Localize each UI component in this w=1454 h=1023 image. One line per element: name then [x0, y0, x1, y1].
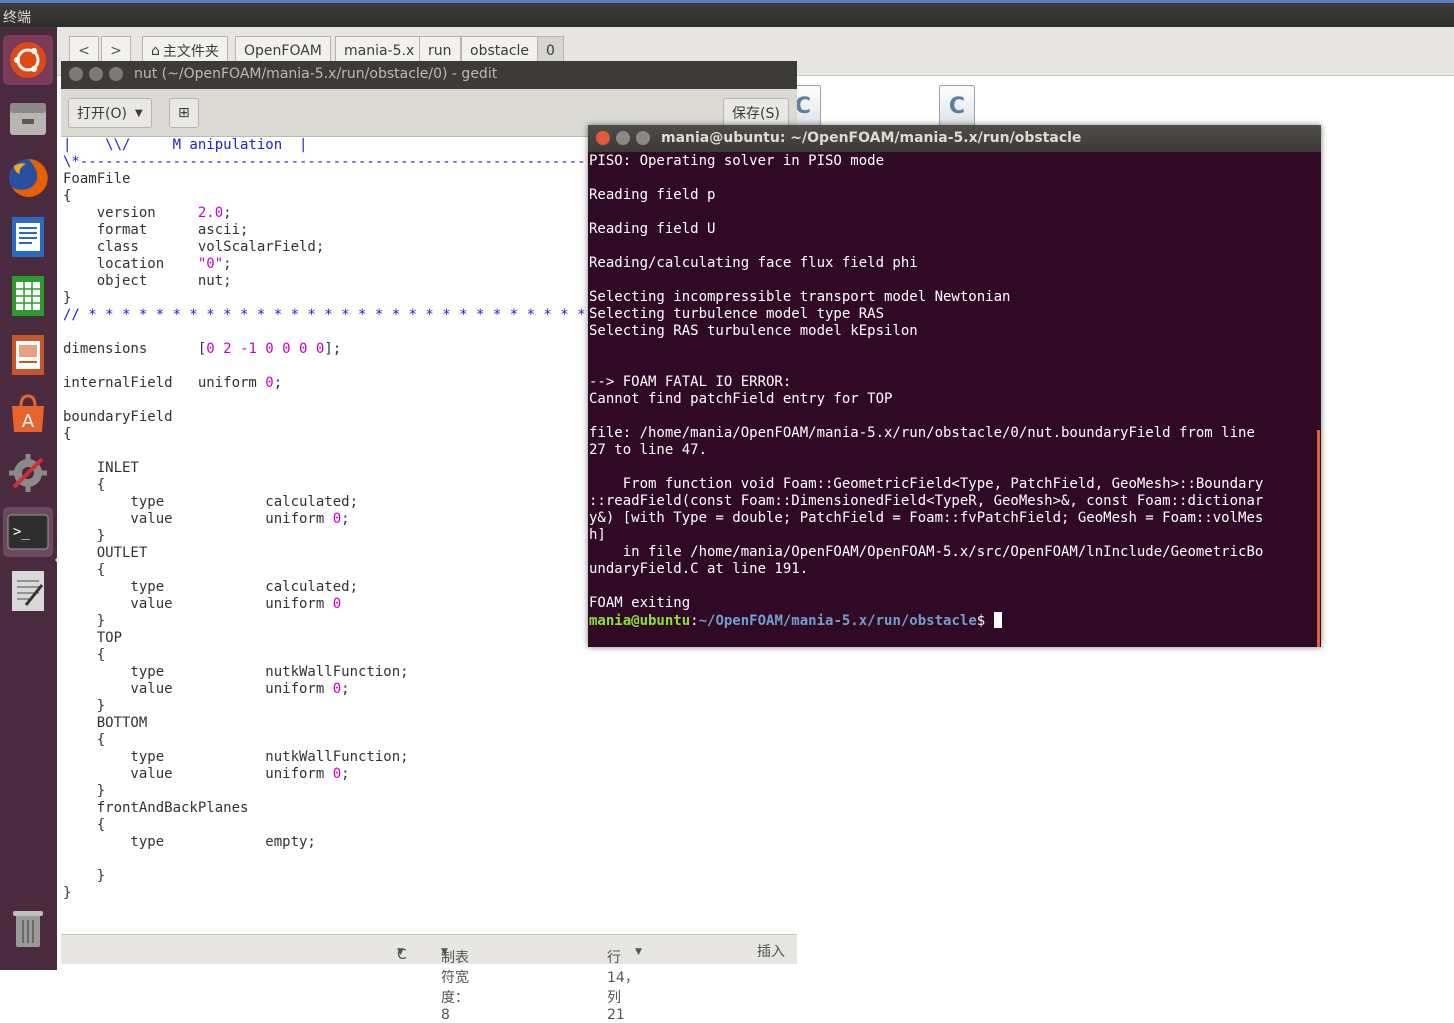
text-editor-icon[interactable]	[3, 566, 53, 616]
close-icon[interactable]	[69, 67, 83, 81]
home-icon: ⌂	[151, 43, 160, 59]
c-file-icon[interactable]: C	[939, 85, 975, 127]
open-button[interactable]: 打开(O) ▼	[68, 98, 152, 128]
software-center-icon[interactable]: A	[3, 389, 53, 439]
maximize-icon[interactable]	[109, 67, 123, 81]
prompt-path: ~/OpenFOAM/mania-5.x/run/obstacle	[698, 613, 977, 629]
terminal-output-area[interactable]: PISO: Operating solver in PISO mode Read…	[588, 152, 1321, 647]
new-document-icon: ⊞	[178, 105, 190, 121]
impress-icon[interactable]	[3, 330, 53, 380]
insert-mode: 插入	[757, 944, 785, 960]
chevron-down-icon: ▼	[134, 107, 143, 119]
gedit-statusbar: C ▼ 制表符宽度：8 ▼ 行 14，列 21 ▼ 插入	[61, 934, 797, 1023]
window-title: nut (~/OpenFOAM/mania-5.x/run/obstacle/0…	[134, 66, 498, 82]
gedit-titlebar: nut (~/OpenFOAM/mania-5.x/run/obstacle/0…	[61, 61, 797, 89]
terminal-text: PISO: Operating solver in PISO mode Read…	[589, 153, 1263, 630]
minimize-icon[interactable]	[616, 131, 630, 145]
terminal-window: mania@ubuntu: ~/OpenFOAM/mania-5.x/run/o…	[588, 125, 1321, 647]
trash-icon[interactable]	[3, 903, 53, 953]
active-app-title: 终端	[3, 10, 31, 26]
minimize-icon[interactable]	[89, 67, 103, 81]
launcher: A >_	[0, 27, 60, 970]
calc-icon[interactable]	[3, 271, 53, 321]
writer-icon[interactable]	[3, 212, 53, 262]
chevron-down-icon: ▼	[635, 947, 642, 957]
text-cursor	[993, 612, 1002, 628]
terminal-scrollbar[interactable]	[1317, 430, 1320, 647]
window-title: mania@ubuntu: ~/OpenFOAM/mania-5.x/run/o…	[661, 130, 1082, 146]
prompt-symbol: $	[976, 613, 994, 629]
firefox-icon[interactable]	[3, 153, 53, 203]
terminal-output: PISO: Operating solver in PISO mode Read…	[589, 153, 1264, 611]
prompt-user: mania@ubuntu	[589, 613, 691, 629]
terminal-icon[interactable]: >_	[3, 507, 53, 557]
top-panel: 终端	[0, 0, 1454, 27]
system-settings-icon[interactable]	[3, 448, 53, 498]
files-icon[interactable]	[3, 94, 53, 144]
new-tab-button[interactable]: ⊞	[169, 98, 199, 128]
terminal-titlebar: mania@ubuntu: ~/OpenFOAM/mania-5.x/run/o…	[588, 125, 1321, 152]
close-icon[interactable]	[596, 131, 610, 145]
maximize-icon[interactable]	[636, 131, 650, 145]
ubuntu-dash-icon[interactable]	[3, 35, 53, 85]
chevron-down-icon: ▼	[441, 947, 448, 957]
svg-text:>_: >_	[13, 524, 30, 540]
save-button[interactable]: 保存(S)	[723, 98, 789, 128]
chevron-down-icon: ▼	[397, 947, 404, 957]
svg-text:A: A	[22, 411, 35, 432]
prompt-separator: :	[690, 613, 699, 629]
